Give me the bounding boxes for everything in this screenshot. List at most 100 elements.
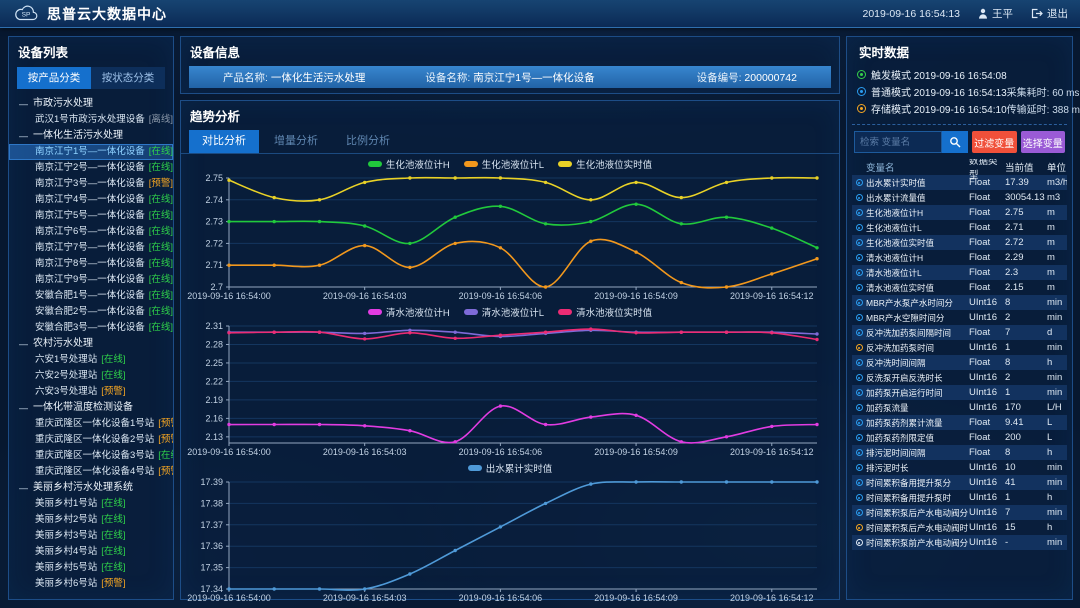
variable-name: 生化池液位计L: [866, 222, 969, 234]
device-group-header[interactable]: —市政污水处理: [9, 96, 173, 112]
device-item[interactable]: 南京江宁9号—一体化设备[在线]: [9, 272, 173, 288]
trend-tab-2[interactable]: 增量分析: [261, 130, 331, 153]
user-menu[interactable]: 王平: [978, 6, 1013, 21]
device-item[interactable]: 美丽乡村3号站[在线]: [9, 528, 173, 544]
device-item[interactable]: 重庆武隆区一体化设备4号站[预警]: [9, 464, 173, 480]
device-item[interactable]: 南京江宁3号—一体化设备[预警]: [9, 176, 173, 192]
variable-icon-cell: [852, 374, 866, 381]
table-row[interactable]: 时间累积备用提升泵分UInt1641min: [852, 475, 1067, 490]
device-name: 安徽合肥1号—一体化设备: [35, 290, 145, 301]
legend-item[interactable]: 生化池液位计H: [368, 157, 450, 171]
device-group-header[interactable]: —一体化生活污水处理: [9, 128, 173, 144]
table-row[interactable]: 清水池液位实时值Float2.15m: [852, 280, 1067, 295]
variable-type: UInt16: [969, 372, 1005, 383]
table-row[interactable]: MBR产水空隙时间分UInt162min: [852, 310, 1067, 325]
table-row[interactable]: 时间累积备用提升泵时UInt161h: [852, 490, 1067, 505]
device-item[interactable]: 六安2号处理站[在线]: [9, 368, 173, 384]
device-item[interactable]: 美丽乡村4号站[在线]: [9, 544, 173, 560]
table-row[interactable]: 清水池液位计LFloat2.3m: [852, 265, 1067, 280]
device-item[interactable]: 美丽乡村1号站[在线]: [9, 496, 173, 512]
mode-ring-icon: [857, 104, 866, 113]
table-row[interactable]: 时间累积泵后产水电动阀分UInt167min: [852, 505, 1067, 520]
device-group-header[interactable]: —一体化带温度检测设备: [9, 400, 173, 416]
device-name: 美丽乡村2号站: [35, 514, 97, 525]
table-row[interactable]: 清水池液位计HFloat2.29m: [852, 250, 1067, 265]
variable-unit: d: [1047, 327, 1067, 338]
table-row[interactable]: MBR产水泵产水时间分UInt168min: [852, 295, 1067, 310]
table-row[interactable]: 反冲洗加药泵间隔时间Float7d: [852, 325, 1067, 340]
device-item[interactable]: 重庆武隆区一体化设备3号站[在线]: [9, 448, 173, 464]
device-item[interactable]: 重庆武隆区一体化设备1号站[预警]: [9, 416, 173, 432]
app-title: 思普云大数据中心: [47, 4, 167, 24]
search-input[interactable]: [854, 131, 942, 153]
device-item[interactable]: 武汉1号市政污水处理设备[离线]: [9, 112, 173, 128]
variable-value: 7: [1005, 327, 1047, 338]
table-row[interactable]: 反冲洗加药泵时间UInt161min: [852, 340, 1067, 355]
select-variables-button[interactable]: 选择变量: [1021, 131, 1066, 153]
filter-variables-button[interactable]: 过滤变量: [972, 131, 1017, 153]
device-item[interactable]: 安徽合肥3号—一体化设备[在线]: [9, 320, 173, 336]
device-name: 重庆武隆区一体化设备1号站: [35, 418, 154, 429]
svg-text:2.25: 2.25: [205, 358, 223, 368]
table-row[interactable]: 排污泥时长UInt1610min: [852, 460, 1067, 475]
trend-tab-3[interactable]: 比例分析: [333, 130, 403, 153]
logout-button[interactable]: 退出: [1031, 6, 1068, 21]
sidebar-tab-1[interactable]: 按产品分类: [17, 67, 91, 89]
table-row[interactable]: 反洗泵开启反洗时长UInt162min: [852, 370, 1067, 385]
device-item[interactable]: 南京江宁1号—一体化设备[在线]: [9, 144, 173, 160]
device-item[interactable]: 美丽乡村2号站[在线]: [9, 512, 173, 528]
legend-item[interactable]: 生化池液位实时值: [558, 157, 652, 171]
table-row[interactable]: 生化池液位实时值Float2.72m: [852, 235, 1067, 250]
device-item[interactable]: 安徽合肥1号—一体化设备[在线]: [9, 288, 173, 304]
mode-status-list: 触发模式 2019-09-16 16:54:08普通模式 2019-09-16 …: [852, 64, 1067, 125]
series-line: [229, 178, 817, 201]
variable-unit: L: [1047, 432, 1067, 443]
legend-item[interactable]: 清水池液位实时值: [558, 305, 652, 319]
sidebar-tab-2[interactable]: 按状态分类: [91, 67, 165, 89]
device-item[interactable]: 六安3号处理站[预警]: [9, 384, 173, 400]
device-group-header[interactable]: —美丽乡村污水处理系统: [9, 480, 173, 496]
table-row[interactable]: 加药泵药剂累计流量Float9.41L: [852, 415, 1067, 430]
trend-tabs: 对比分析增量分析比例分析: [181, 128, 839, 154]
table-row[interactable]: 加药泵流量UInt16170L/H: [852, 400, 1067, 415]
device-group-header[interactable]: —农村污水处理: [9, 336, 173, 352]
table-row[interactable]: 出水累计流量值Float30054.13m3: [852, 190, 1067, 205]
legend-item[interactable]: 生化池液位计L: [464, 157, 544, 171]
table-row[interactable]: 加药泵药剂限定值Float200L: [852, 430, 1067, 445]
table-row[interactable]: 时间累积泵后产水电动阀时UInt1615h: [852, 520, 1067, 535]
device-item[interactable]: 南京江宁2号—一体化设备[在线]: [9, 160, 173, 176]
trend-title: 趋势分析: [181, 101, 839, 128]
variable-type: Float: [969, 222, 1005, 233]
device-item[interactable]: 安徽合肥2号—一体化设备[在线]: [9, 304, 173, 320]
trend-tab-1[interactable]: 对比分析: [189, 130, 259, 153]
search-button[interactable]: [942, 131, 968, 153]
table-row[interactable]: 生化池液位计HFloat2.75m: [852, 205, 1067, 220]
variable-value: 170: [1005, 402, 1047, 413]
chart-legend: 生化池液位计H 生化池液位计L 生化池液位实时值: [183, 156, 837, 171]
variable-value: 2: [1005, 312, 1047, 323]
device-status: [在线]: [149, 226, 173, 237]
table-row[interactable]: 出水累计实时值Float17.39m3/h: [852, 175, 1067, 190]
device-item[interactable]: 南京江宁4号—一体化设备[在线]: [9, 192, 173, 208]
table-row[interactable]: 加药泵开启运行时间UInt161min: [852, 385, 1067, 400]
device-item[interactable]: 美丽乡村6号站[预警]: [9, 576, 173, 592]
variable-type: UInt16: [969, 402, 1005, 413]
table-row[interactable]: 时间累积泵前产水电动阀分UInt16-min: [852, 535, 1067, 550]
device-item[interactable]: 六安1号处理站[在线]: [9, 352, 173, 368]
device-item[interactable]: 南京江宁8号—一体化设备[在线]: [9, 256, 173, 272]
variable-name: 生化池液位实时值: [866, 237, 969, 249]
device-item[interactable]: 南京江宁5号—一体化设备[在线]: [9, 208, 173, 224]
variable-value: 1: [1005, 342, 1047, 353]
legend-item[interactable]: 出水累计实时值: [468, 461, 553, 475]
device-item[interactable]: 南京江宁7号—一体化设备[在线]: [9, 240, 173, 256]
legend-item[interactable]: 清水池液位计H: [368, 305, 450, 319]
legend-item[interactable]: 清水池液位计L: [464, 305, 544, 319]
table-row[interactable]: 排污泥时间间隔Float8h: [852, 445, 1067, 460]
variable-ring-dot: [858, 542, 860, 544]
table-row[interactable]: 生化池液位计LFloat2.71m: [852, 220, 1067, 235]
device-item[interactable]: 美丽乡村5号站[在线]: [9, 560, 173, 576]
table-row[interactable]: 反冲洗时间间隔Float8h: [852, 355, 1067, 370]
device-item[interactable]: 南京江宁6号—一体化设备[在线]: [9, 224, 173, 240]
device-item[interactable]: 重庆武隆区一体化设备2号站[预警]: [9, 432, 173, 448]
trend-analysis-panel: 趋势分析 对比分析增量分析比例分析 生化池液位计H 生化池液位计L 生化池液位实时值…: [180, 100, 840, 600]
